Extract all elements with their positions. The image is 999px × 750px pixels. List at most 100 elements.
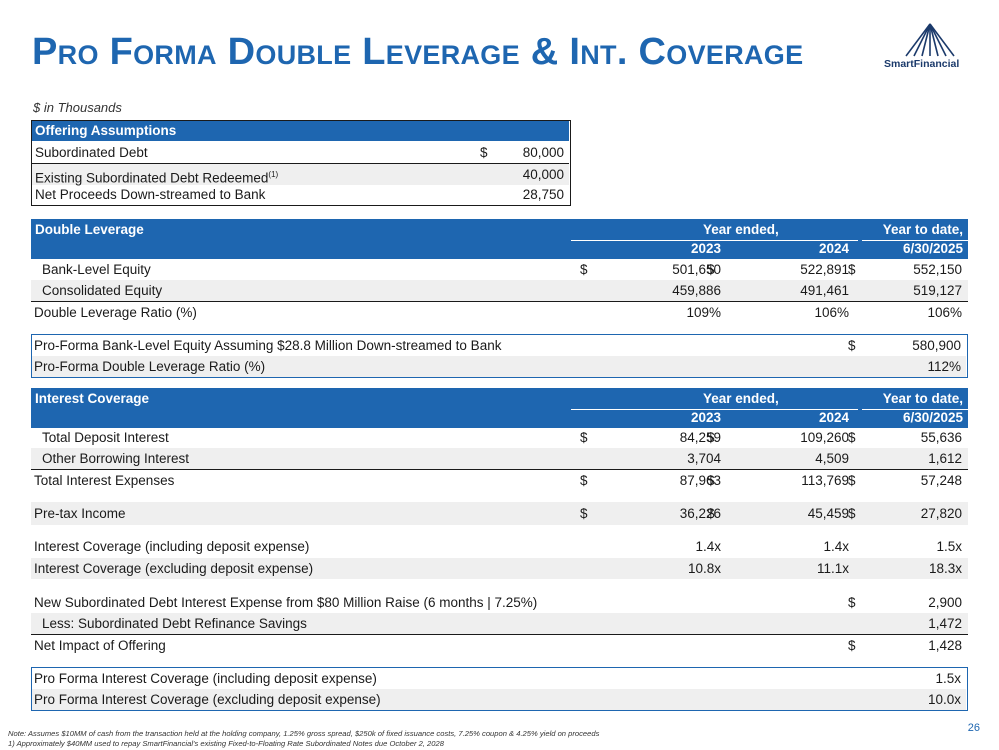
value-2023: 84,259	[679, 430, 721, 445]
value-ytd: 57,248	[920, 473, 962, 488]
value-ytd: 55,636	[920, 430, 962, 445]
column-header-2023: 2023	[690, 241, 721, 256]
value-2023: 459,886	[672, 283, 721, 298]
value-2023: 36,226	[679, 506, 721, 521]
table-row: Net Proceeds Down-streamed to Bank 28,75…	[32, 184, 569, 205]
row-label: Less: Subordinated Debt Refinance Saving…	[42, 616, 307, 631]
row-label: Pro Forma Interest Coverage (including d…	[34, 671, 377, 686]
table-row: New Subordinated Debt Interest Expense f…	[31, 592, 968, 613]
dollar-sign: $	[707, 506, 715, 521]
footnote-1: 1) Approximately $40MM used to repay Sma…	[8, 738, 444, 748]
pro-forma-leverage-box: Pro-Forma Bank-Level Equity Assuming $28…	[31, 334, 968, 378]
offering-header-label: Offering Assumptions	[35, 123, 177, 138]
table-row: Interest Coverage (excluding deposit exp…	[31, 558, 968, 579]
row-value: 40,000	[522, 167, 564, 182]
value-2024: 109,260	[800, 430, 849, 445]
table-row: Other Borrowing Interest 3,704 4,509 1,6…	[31, 448, 968, 470]
value-2023: 501,650	[672, 262, 721, 277]
column-header-ytd: 6/30/2025	[902, 241, 963, 256]
units-label: $ in Thousands	[33, 100, 122, 115]
value-2024: 4,509	[815, 451, 849, 466]
row-label: Pro-Forma Double Leverage Ratio (%)	[34, 359, 266, 374]
dollar-sign: $	[707, 262, 715, 277]
table-row: Pro Forma Interest Coverage (including d…	[32, 668, 966, 689]
dollar-sign: $	[580, 506, 588, 521]
value-2023: 10.8x	[687, 561, 721, 576]
value-2024: 522,891	[800, 262, 849, 277]
value-2023: 3,704	[687, 451, 721, 466]
row-label: Total Deposit Interest	[42, 430, 169, 445]
row-label: Double Leverage Ratio (%)	[34, 305, 197, 320]
value-2024: 491,461	[800, 283, 849, 298]
value-2024: 113,769	[801, 473, 849, 488]
table-row: Double Leverage Ratio (%) 109% 106% 106%	[31, 302, 968, 323]
page-number: 26	[967, 722, 980, 734]
value-ytd: 552,150	[913, 262, 962, 277]
double-leverage-header: Double Leverage Year ended, Year to date…	[31, 219, 968, 259]
table-row: Less: Subordinated Debt Refinance Saving…	[31, 613, 968, 635]
dollar-sign: $	[848, 338, 856, 353]
value-ytd: 10.0x	[927, 692, 961, 707]
pro-forma-coverage-box: Pro Forma Interest Coverage (including d…	[31, 667, 968, 711]
value-2023: 109%	[686, 305, 721, 320]
section-title: Double Leverage	[35, 222, 144, 237]
table-row: Consolidated Equity 459,886 491,461 519,…	[31, 280, 968, 302]
dollar-sign: $	[707, 473, 715, 488]
value-ytd: 519,127	[913, 283, 962, 298]
table-row: Subordinated Debt $ 80,000	[32, 142, 569, 164]
value-2024: 106%	[814, 305, 849, 320]
dollar-sign: $	[848, 473, 856, 488]
column-header-ytd: 6/30/2025	[902, 410, 963, 425]
logo-mark-icon	[905, 23, 955, 57]
table-row: Bank-Level Equity $ 501,650 $ 522,891 $ …	[31, 259, 968, 280]
value-ytd: 112%	[927, 359, 961, 374]
row-label: Consolidated Equity	[42, 283, 163, 298]
table-row: Pre-tax Income $ 36,226 $ 45,459 $ 27,82…	[31, 502, 968, 525]
logo-text: SmartFinancial	[884, 58, 960, 70]
row-label: Interest Coverage (excluding deposit exp…	[34, 561, 314, 576]
interest-coverage-header: Interest Coverage Year ended, Year to da…	[31, 388, 968, 428]
year-to-date-label: Year to date,	[882, 391, 963, 406]
row-value: 80,000	[522, 145, 564, 160]
row-value: 28,750	[522, 187, 564, 202]
value-2023: 1.4x	[695, 539, 721, 554]
dollar-sign: $	[580, 430, 588, 445]
column-header-2023: 2023	[690, 410, 721, 425]
footnote-note: Note: Assumes $10MM of cash from the tra…	[8, 729, 600, 738]
offering-header: Offering Assumptions	[32, 121, 569, 141]
table-row: Total Interest Expenses $ 87,963 $ 113,7…	[31, 470, 968, 491]
year-to-date-label: Year to date,	[882, 222, 963, 237]
row-label: Pro Forma Interest Coverage (excluding d…	[34, 692, 381, 707]
row-label: Interest Coverage (including deposit exp…	[34, 539, 310, 554]
dollar-sign: $	[580, 473, 588, 488]
value-ytd: 580,900	[912, 338, 961, 353]
section-title: Interest Coverage	[35, 391, 150, 406]
value-ytd: 1,612	[928, 451, 962, 466]
value-2024: 1.4x	[823, 539, 849, 554]
row-label: Other Borrowing Interest	[42, 451, 190, 466]
company-logo: SmartFinancial	[880, 22, 980, 72]
value-2023: 87,963	[679, 473, 721, 488]
value-ytd: 2,900	[928, 595, 962, 610]
row-label: Bank-Level Equity	[42, 262, 151, 277]
value-ytd: 1.5x	[935, 671, 961, 686]
value-ytd: 1,428	[928, 638, 962, 653]
row-label: Pro-Forma Bank-Level Equity Assuming $28…	[34, 338, 502, 353]
dollar-sign: $	[848, 430, 856, 445]
dollar-sign: $	[848, 638, 856, 653]
year-ended-label: Year ended,	[703, 222, 779, 237]
dollar-sign: $	[580, 262, 588, 277]
value-2024: 45,459	[807, 506, 849, 521]
column-header-2024: 2024	[818, 410, 849, 425]
row-label: Total Interest Expenses	[34, 473, 175, 488]
dollar-sign: $	[848, 595, 856, 610]
row-label: Net Proceeds Down-streamed to Bank	[35, 187, 266, 202]
table-row: Pro Forma Interest Coverage (excluding d…	[32, 689, 966, 710]
value-ytd: 27,820	[920, 506, 962, 521]
page-title: Pro Forma Double Leverage & Int. Coverag…	[32, 31, 804, 73]
value-ytd: 106%	[927, 305, 962, 320]
value-2024: 11.1x	[816, 561, 849, 576]
value-ytd: 18.3x	[928, 561, 962, 576]
footnote-ref: (1)	[268, 170, 279, 179]
dollar-sign: $	[707, 430, 715, 445]
